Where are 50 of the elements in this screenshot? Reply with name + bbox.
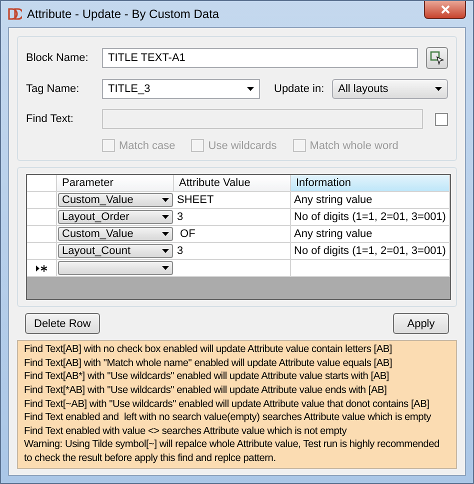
dropdown-arrow-icon [162,232,169,236]
delete-row-button[interactable]: Delete Row [25,313,100,334]
value-cell[interactable]: SHEET [174,192,291,209]
column-header[interactable]: Parameter [57,175,174,192]
information-cell: Any string value [291,226,450,243]
column-header[interactable]: Attribute Value [174,175,291,192]
app-logo-icon [8,8,22,20]
block-name-field[interactable]: TITLE TEXT-A1 [102,48,418,68]
pick-block-button[interactable] [426,47,448,69]
value-cell[interactable]: OF [174,226,291,243]
new-row-icon [36,264,47,272]
cursor-select-icon [430,51,444,65]
dropdown-arrow-icon [162,249,169,253]
update-in-label: Update in: [274,83,324,95]
value-cell[interactable]: 3 [174,209,291,226]
dropdown-arrow-icon [162,198,169,202]
dropdown-arrow-icon [162,215,169,219]
help-text: Find Text[~AB] with "Use wildcards" enabled will update Attribute value that donot contains [AB] [24,398,430,411]
update-in-dropdown[interactable]: All layouts [332,79,448,99]
tag-name-label: Tag Name: [26,83,80,95]
row-header[interactable] [27,260,57,277]
help-text: Find Text enabled and left with no search value(empty) searches Attribute value which is empty [24,412,432,424]
dropdown-arrow-icon [247,87,254,91]
parameter-dropdown[interactable]: Layout_Order [58,210,173,224]
information-cell: No of digits (1=1, 2=01, 3=001) [291,209,450,226]
help-text: Find Text enabled with value <> searches Attribute value which is not empty [24,426,348,438]
help-text: Find Text[AB*] with "Use wildcards" enabled will update Attribute value starts with [AB] [24,371,390,384]
find-text-label: Find Text: [26,113,74,125]
close-icon [440,5,450,14]
column-header[interactable]: Information [291,175,450,192]
parameter-dropdown[interactable]: Custom_Value [58,193,173,207]
help-text: Warning: Using Tilde symbol[~] will repalce whole Attribute value, Test run is highly recommended [24,439,440,452]
help-text: to check the result before apply this find and replce pattern. [24,453,277,465]
information-cell: No of digits (1=1, 2=01, 3=001) [291,243,450,260]
tag-name-dropdown[interactable]: TITLE_3 [102,79,260,99]
help-text: Find Text[AB] with "Match whole name" enabled will update Attribute value equals [AB] [24,358,394,370]
parameter-dropdown[interactable]: Custom_Value [58,227,173,241]
help-text: Find Text[AB] with no check box enabled will update Attribute value contain letters [AB] [24,344,393,356]
close-button[interactable] [424,1,466,19]
block-name-label: Block Name: [26,52,90,64]
parameter-dropdown[interactable]: Layout_Count [58,244,173,258]
dropdown-arrow-icon [435,87,442,91]
dropdown-arrow-icon [162,266,169,270]
value-cell[interactable]: 3 [174,243,291,260]
information-cell: Any string value [291,192,450,209]
apply-button[interactable]: Apply [393,313,449,334]
grid-corner-cell [27,175,57,192]
window-title: Attribute - Update - By Custom Data [27,7,220,21]
help-text: Find Text[*AB] with "Use wildcards" enabled will update Attribute value ends with [AB] [24,385,388,398]
value-cell[interactable] [174,260,291,277]
